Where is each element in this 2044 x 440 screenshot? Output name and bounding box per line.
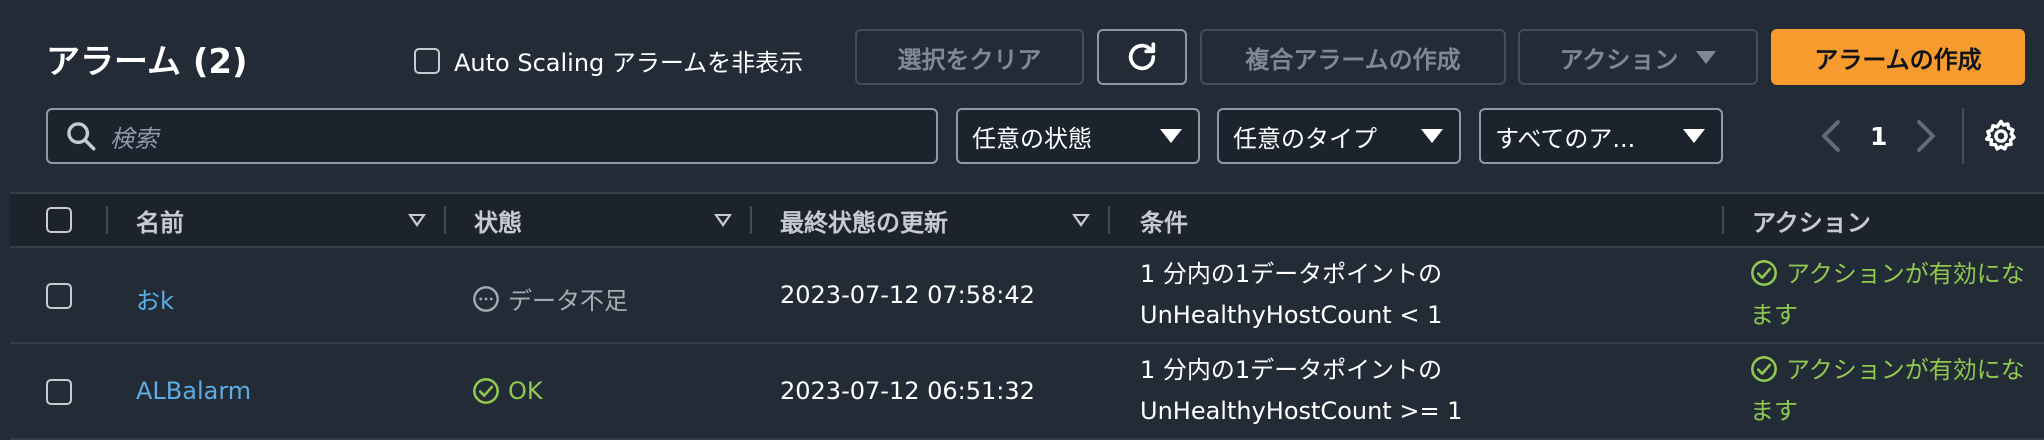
row-checkbox[interactable]: [46, 283, 72, 309]
state-filter-select[interactable]: 任意の状態: [956, 108, 1200, 164]
column-header-conditions[interactable]: 条件: [1140, 194, 1188, 246]
table-row: おk データ不足 2023-07-12 07:58:42 1 分内の1データポイ…: [10, 248, 2044, 344]
type-filter-select[interactable]: 任意のタイプ: [1217, 108, 1461, 164]
create-alarm-button[interactable]: アラームの作成: [1771, 29, 2025, 85]
hide-autoscaling-toggle[interactable]: Auto Scaling アラームを非表示: [414, 43, 803, 78]
sort-icon[interactable]: [714, 214, 732, 227]
alarm-actions-status: アクションが有効にな ます: [1750, 254, 2025, 336]
last-updated: 2023-07-12 06:51:32: [780, 377, 1035, 405]
actions-label: アクション: [1559, 45, 1679, 74]
previous-page-button[interactable]: [1810, 116, 1850, 156]
actions-text-line-1: アクションが有効にな: [1786, 260, 2025, 288]
actions-text-line-1: アクションが有効にな: [1786, 356, 2025, 384]
check-circle-icon: [1751, 260, 1777, 286]
check-circle-icon: [473, 378, 499, 404]
pagination: 1: [1810, 108, 1947, 164]
alarm-condition: 1 分内の1データポイントの UnHealthyHostCount >= 1: [1140, 350, 1462, 432]
state-filter-value: 任意の状態: [972, 124, 1092, 153]
row-checkbox[interactable]: [46, 379, 72, 405]
search-input[interactable]: 検索: [46, 108, 938, 164]
column-header-actions[interactable]: アクション: [1752, 194, 1871, 246]
actions-text-line-2: ます: [1750, 301, 1798, 329]
condition-line-2: UnHealthyHostCount >= 1: [1140, 397, 1463, 425]
alarm-state-text: OK: [508, 377, 543, 405]
last-updated: 2023-07-12 07:58:42: [780, 281, 1035, 309]
alarm-condition: 1 分内の1データポイントの UnHealthyHostCount < 1: [1140, 254, 1442, 336]
caret-down-icon: [1696, 50, 1717, 64]
chevron-left-icon: [1822, 120, 1840, 152]
column-header-state[interactable]: 状態: [474, 194, 522, 246]
alarm-name-link[interactable]: おk: [136, 281, 174, 316]
clear-selection-button[interactable]: 選択をクリア: [855, 29, 1084, 85]
sort-icon[interactable]: [408, 214, 426, 227]
chevron-right-icon: [1917, 120, 1936, 152]
column-divider: [444, 206, 446, 234]
alarm-filter-select[interactable]: すべてのア...: [1479, 108, 1723, 164]
alarm-state: データ不足: [472, 281, 628, 316]
actions-text-line-2: ます: [1750, 397, 1798, 425]
alarm-name-link[interactable]: ALBalarm: [136, 377, 251, 405]
more-dots-circle-icon: [473, 285, 499, 312]
hide-autoscaling-checkbox[interactable]: [414, 47, 440, 74]
column-divider: [1108, 206, 1110, 234]
column-divider: [1722, 206, 1724, 234]
current-page-number[interactable]: 1: [1870, 122, 1887, 151]
divider: [1962, 108, 1964, 164]
alarms-panel-header: アラーム (2) Auto Scaling アラームを非表示 選択をクリア 複合…: [0, 0, 2044, 190]
next-page-button[interactable]: [1907, 116, 1947, 156]
column-divider: [106, 206, 108, 234]
condition-line-1: 1 分内の1データポイントの: [1140, 260, 1443, 288]
check-circle-icon: [1751, 356, 1777, 382]
caret-down-icon: [1160, 129, 1182, 143]
actions-dropdown-button[interactable]: アクション: [1518, 29, 1758, 85]
alarm-state: OK: [472, 377, 543, 405]
column-header-last-updated[interactable]: 最終状態の更新: [780, 194, 948, 246]
alarm-state-text: データ不足: [508, 287, 628, 315]
caret-down-icon: [1421, 129, 1443, 143]
hide-autoscaling-label: Auto Scaling アラームを非表示: [454, 49, 804, 77]
type-filter-value: 任意のタイプ: [1233, 124, 1377, 153]
table-row: ALBalarm OK 2023-07-12 06:51:32 1 分内の1デー…: [10, 344, 2044, 440]
caret-down-icon: [1683, 129, 1705, 143]
refresh-button[interactable]: [1097, 29, 1187, 85]
page-title: アラーム (2): [46, 42, 248, 82]
column-header-name[interactable]: 名前: [136, 194, 184, 246]
column-divider: [750, 206, 752, 234]
condition-line-2: UnHealthyHostCount < 1: [1140, 301, 1443, 329]
gear-icon[interactable]: [1982, 117, 2020, 155]
alarm-actions-status: アクションが有効にな ます: [1750, 350, 2025, 432]
search-icon: [67, 122, 96, 151]
table-header: 名前 状態 最終状態の更新 条件 アクション: [10, 192, 2044, 248]
search-placeholder: 検索: [110, 124, 158, 153]
create-composite-alarm-button[interactable]: 複合アラームの作成: [1200, 29, 1506, 85]
condition-line-1: 1 分内の1データポイントの: [1140, 356, 1443, 384]
select-all-checkbox[interactable]: [46, 207, 72, 233]
sort-icon[interactable]: [1072, 214, 1090, 227]
alarm-filter-value: すべてのア...: [1495, 124, 1636, 153]
refresh-icon: [1128, 42, 1156, 71]
